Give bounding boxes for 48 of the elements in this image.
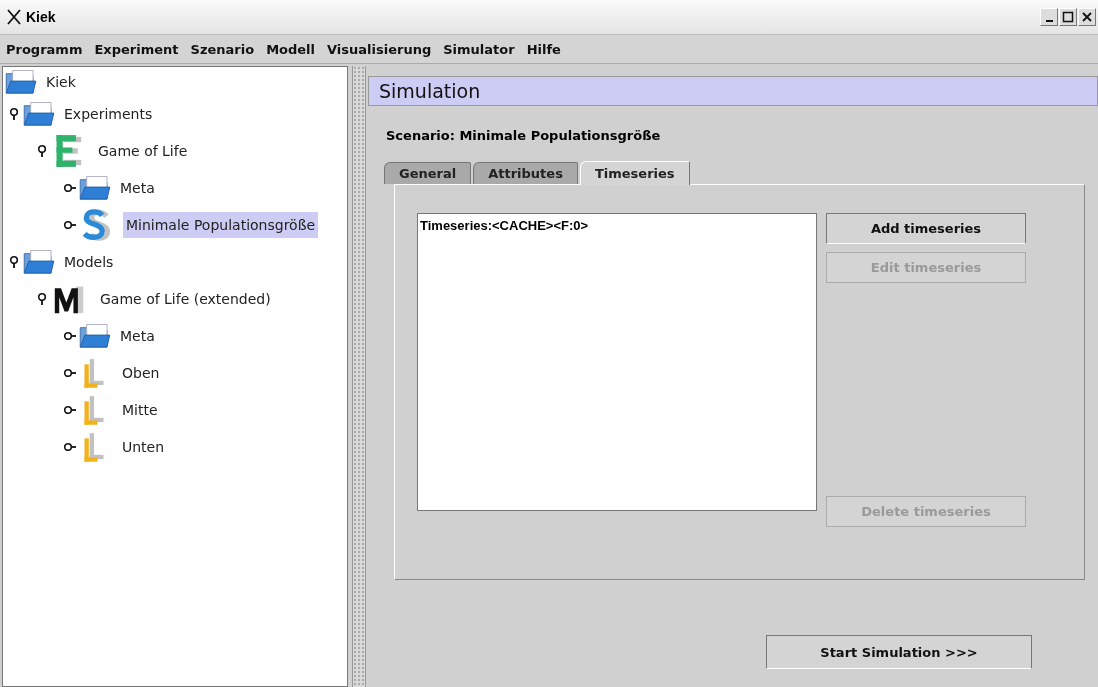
folder-icon <box>5 70 37 94</box>
x-logo-icon <box>6 9 22 25</box>
tree-item[interactable]: Models <box>61 248 117 275</box>
menu-item[interactable]: Szenario <box>190 41 255 57</box>
menu-item[interactable]: Modell <box>266 41 316 57</box>
folder-icon <box>23 101 55 126</box>
expanded-handle-icon[interactable] <box>7 106 21 121</box>
l-letter-icon <box>81 356 107 389</box>
minimize-button[interactable] <box>1040 8 1058 26</box>
tree-item[interactable]: Game of Life <box>95 137 191 164</box>
maximize-button[interactable] <box>1059 8 1077 26</box>
timeseries-button[interactable]: Add timeseries <box>826 213 1026 244</box>
tab[interactable]: General <box>384 162 472 184</box>
tree-item[interactable]: Mitte <box>119 396 161 423</box>
l-letter-icon <box>81 393 107 426</box>
folder-icon <box>79 323 111 348</box>
tree-item[interactable]: Game of Life (extended) <box>97 285 274 312</box>
tree-item[interactable]: Experiments <box>61 100 156 127</box>
close-icon <box>1081 11 1093 23</box>
menu-item[interactable]: Visualisierung <box>327 41 432 57</box>
folder-icon <box>79 175 111 200</box>
minimize-icon <box>1045 20 1053 22</box>
expanded-handle-icon[interactable] <box>7 254 21 269</box>
splitter-handle[interactable] <box>352 66 366 687</box>
window-title: Kiek <box>26 9 56 25</box>
close-button[interactable] <box>1078 8 1096 26</box>
tree-item[interactable]: Meta <box>117 322 158 349</box>
menu-item[interactable]: Experiment <box>94 41 179 57</box>
scenario-label: Scenario: Minimale Populationsgröße <box>386 128 662 143</box>
tree-item[interactable]: Oben <box>119 359 163 386</box>
list-item[interactable]: Timeseries:<CACHE><F:0> <box>418 214 816 237</box>
panel-title: Simulation <box>379 80 481 102</box>
menu-item[interactable]: Simulator <box>443 41 515 57</box>
start-simulation-button[interactable]: Start Simulation >>> <box>766 635 1032 669</box>
menu-item[interactable]: Programm <box>6 41 83 57</box>
expanded-handle-icon[interactable] <box>35 291 49 306</box>
tab[interactable]: Attributes <box>473 162 578 184</box>
tree-item[interactable]: Minimale Populationsgröße <box>123 211 319 238</box>
tree-item[interactable]: Kiek <box>43 69 79 95</box>
l-letter-icon <box>81 430 107 463</box>
expanded-handle-icon[interactable] <box>35 143 49 158</box>
maximize-icon <box>1062 11 1074 23</box>
tab[interactable]: Timeseries <box>579 161 690 185</box>
tree-item[interactable]: Unten <box>119 433 168 460</box>
menu-item[interactable]: Hilfe <box>526 41 561 57</box>
folder-icon <box>23 249 55 274</box>
tree-item[interactable]: Meta <box>117 174 158 201</box>
s-letter-icon <box>81 208 111 241</box>
